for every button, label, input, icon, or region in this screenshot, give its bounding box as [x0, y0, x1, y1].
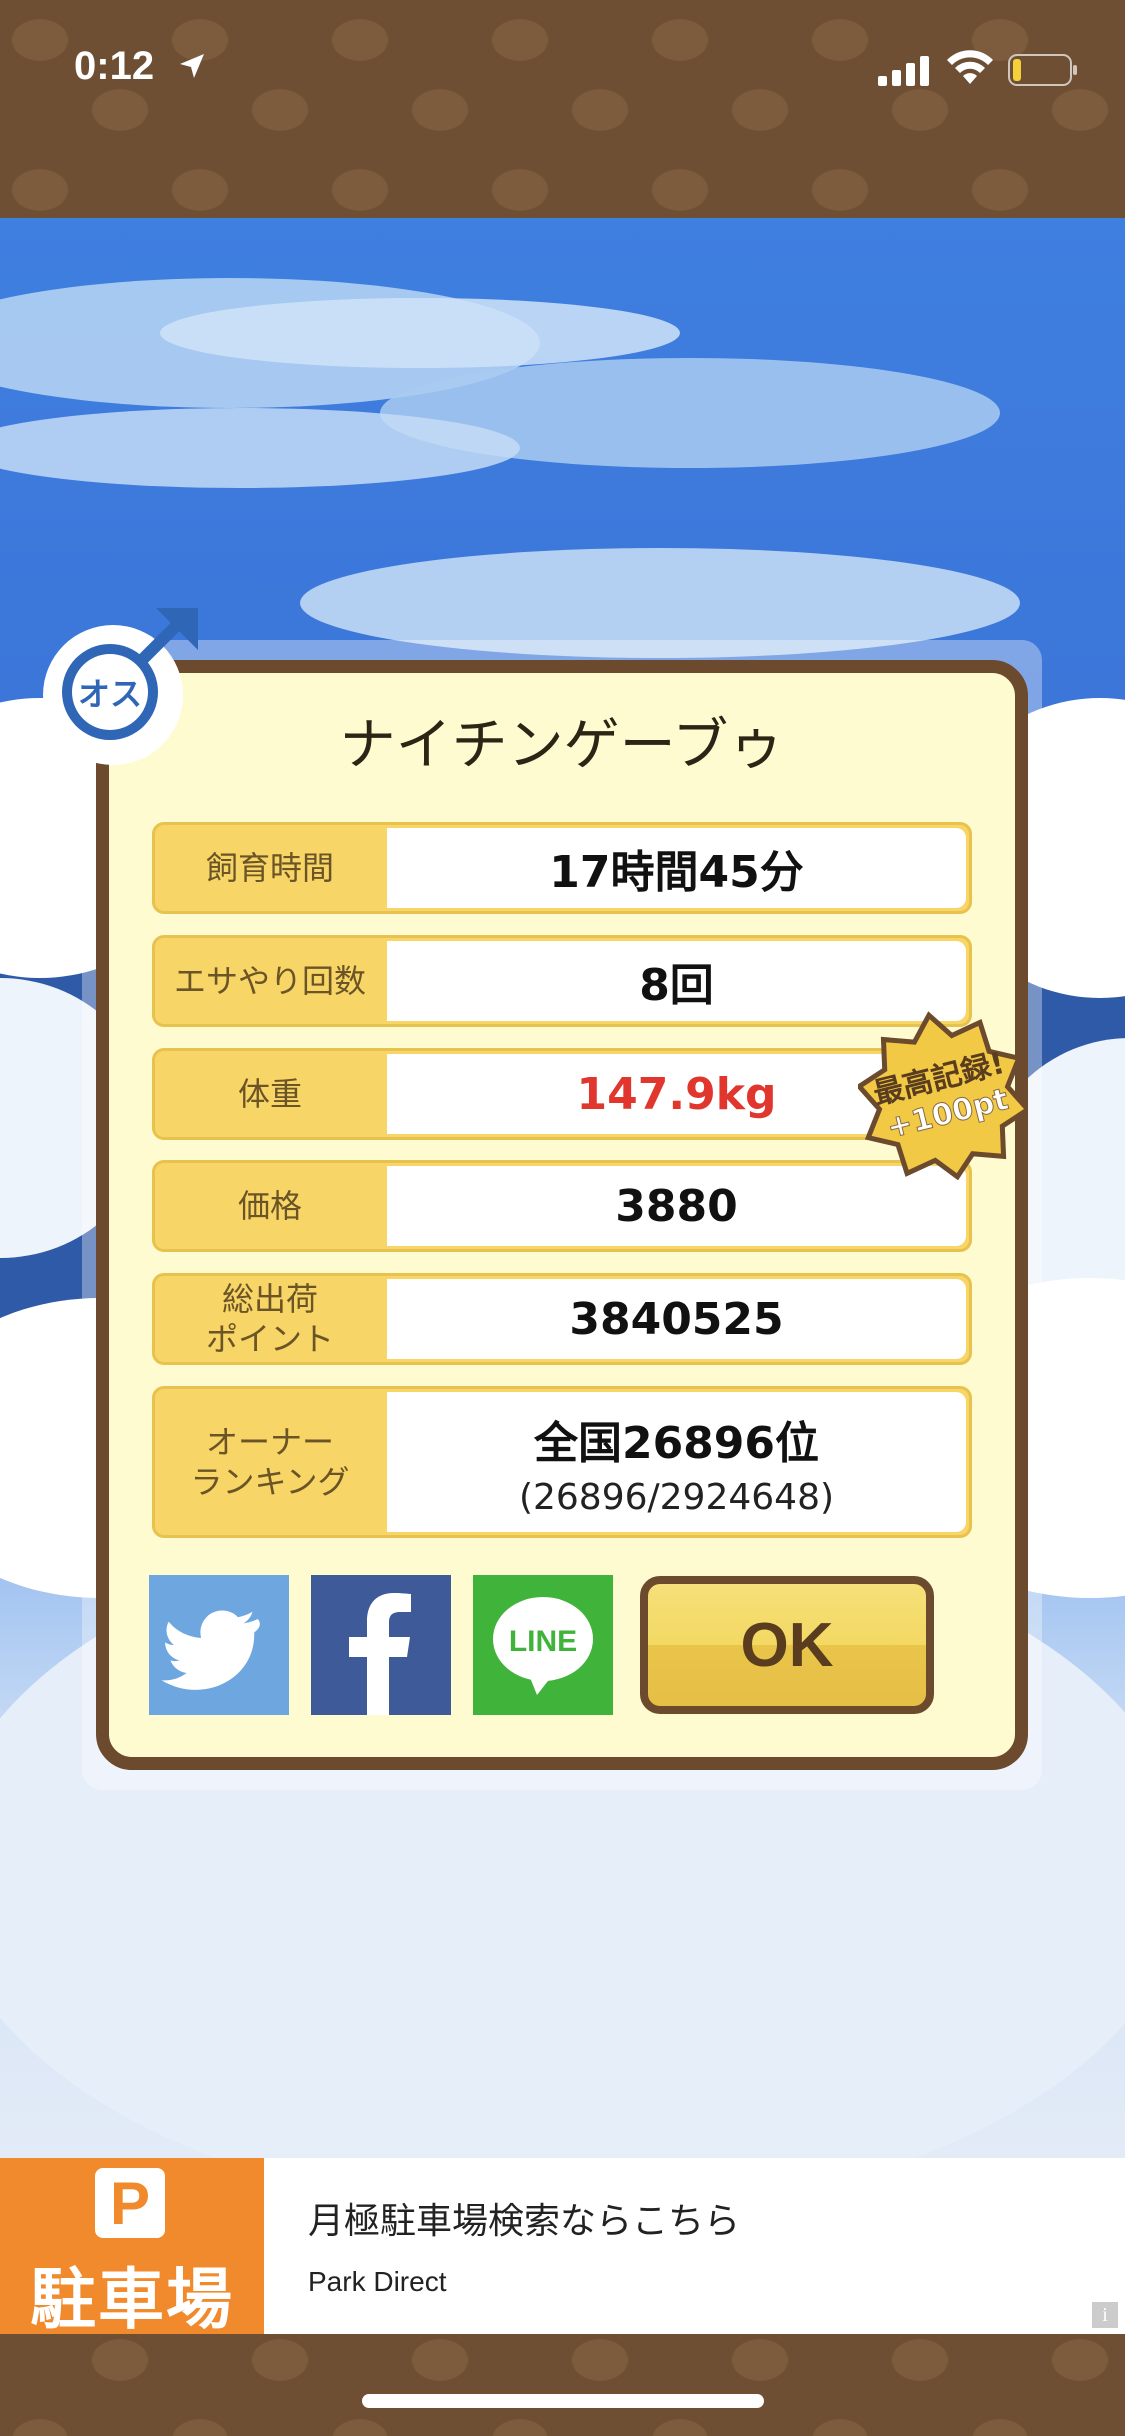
- ad-info-icon[interactable]: i: [1092, 2302, 1118, 2328]
- ad-logo-text: 駐車場: [30, 2261, 234, 2338]
- stat-row-owner-ranking: オーナー ランキング 全国26896位 (26896/2924648): [152, 1386, 972, 1538]
- stat-label: エサやり回数: [173, 962, 366, 1000]
- pet-name: ナイチンゲーブゥ: [339, 713, 785, 778]
- ad-logo[interactable]: P 駐車場: [0, 2158, 264, 2338]
- twitter-share-button[interactable]: [149, 1575, 289, 1715]
- parking-icon: P: [95, 2168, 165, 2238]
- stat-value-text: 8回: [639, 960, 714, 1011]
- stat-row-feed-count: エサやり回数 8回: [152, 935, 972, 1027]
- facebook-share-button[interactable]: [311, 1575, 451, 1715]
- facebook-icon: [349, 1593, 411, 1715]
- status-time: 0:12: [74, 44, 155, 88]
- stat-value: 8回: [387, 941, 966, 1021]
- stat-value: 17時間45分: [387, 828, 966, 908]
- line-icon: LINE: [493, 1597, 593, 1695]
- stat-value-text: 147.9kg: [576, 1068, 777, 1120]
- home-indicator[interactable]: [362, 2394, 764, 2408]
- stat-value-subtext: (26896/2924648): [518, 1476, 835, 1518]
- cellular-signal-icon: [878, 56, 929, 86]
- stat-value: 3840525: [387, 1279, 966, 1359]
- stat-value-text: 全国26896位: [533, 1417, 820, 1469]
- stat-row-weight: 体重 147.9kg: [152, 1048, 972, 1140]
- stat-row-time: 飼育時間 17時間45分: [152, 822, 972, 914]
- record-badge: 最高記録! +100pt: [858, 1011, 1028, 1180]
- wifi-icon: [947, 50, 993, 84]
- stat-value: 全国26896位 (26896/2924648): [387, 1392, 966, 1532]
- stat-label: 体重: [237, 1075, 302, 1113]
- stat-value-text: 17時間45分: [549, 847, 804, 898]
- stat-row-shipping-points: 総出荷 ポイント 3840525: [152, 1273, 972, 1365]
- ok-button[interactable]: OK: [640, 1576, 934, 1714]
- stat-row-price: 価格 3880: [152, 1160, 972, 1252]
- stat-label: 価格: [237, 1187, 302, 1225]
- stat-value-text: 3840525: [569, 1293, 784, 1345]
- ad-title[interactable]: 月極駐車場検索ならこちら: [308, 2192, 740, 2244]
- ad-subtitle: Park Direct: [308, 2266, 447, 2297]
- stat-label: 総出荷 ポイント: [205, 1280, 334, 1358]
- stat-label: オーナー ランキング: [190, 1423, 350, 1501]
- line-share-button[interactable]: LINE: [473, 1575, 613, 1715]
- stat-value-text: 3880: [615, 1180, 738, 1232]
- ad-banner[interactable]: P 駐車場: [0, 2158, 1125, 2338]
- twitter-icon: [161, 1610, 260, 1690]
- stat-label: 飼育時間: [205, 849, 334, 887]
- status-bar: 0:12: [0, 0, 1125, 140]
- location-arrow-icon: [180, 54, 204, 78]
- battery-low-icon: [1008, 54, 1077, 86]
- line-label: LINE: [509, 1625, 577, 1658]
